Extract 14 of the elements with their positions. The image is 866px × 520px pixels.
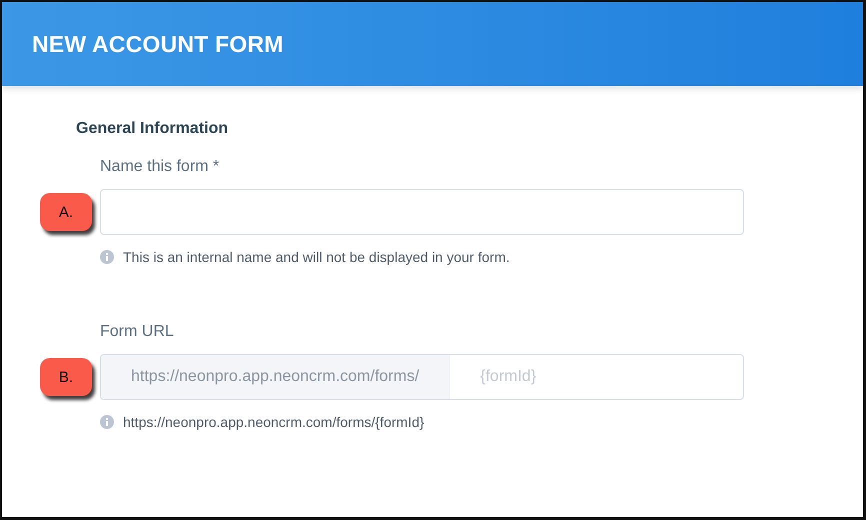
callout-marker: B.	[40, 358, 92, 396]
info-icon	[100, 250, 114, 264]
field-label: Form URL	[100, 323, 175, 341]
info-icon	[100, 415, 114, 429]
help-text: https://neonpro.app.neoncrm.com/forms/{formId}	[123, 414, 424, 430]
url-prefix: https://neonpro.app.neoncrm.com/forms/	[101, 355, 450, 399]
form-title: NEW ACCOUNT FORM	[32, 30, 284, 58]
help-text: This is an internal name and will not be displayed in your form.	[123, 249, 510, 265]
url-field[interactable]: https://neonpro.app.neoncrm.com/forms/ {formId}	[100, 354, 744, 400]
input-field[interactable]: {formId}	[450, 355, 743, 399]
callout-marker: A.	[40, 193, 92, 231]
section-heading: General Information	[76, 120, 230, 138]
field-label: Name this form *	[100, 158, 220, 176]
input-field[interactable]	[100, 189, 744, 235]
